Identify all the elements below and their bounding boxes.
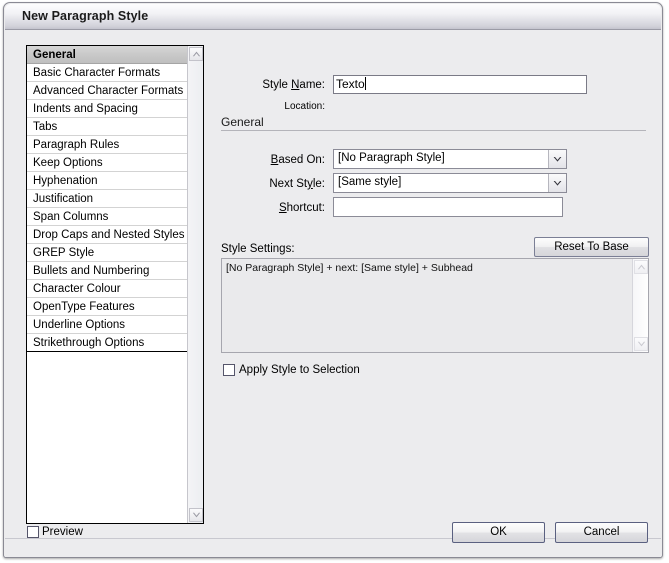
sidebar-item-strikethrough-options[interactable]: Strikethrough Options xyxy=(27,334,187,352)
sidebar-item-keep-options[interactable]: Keep Options xyxy=(27,154,187,172)
category-list[interactable]: General Basic Character Formats Advanced C… xyxy=(27,46,187,352)
style-name-label: Style Name: xyxy=(262,79,325,91)
sidebar-item-bullets-and-numbering[interactable]: Bullets and Numbering xyxy=(27,262,187,280)
chevron-down-icon[interactable] xyxy=(548,150,566,168)
based-on-value: [No Paragraph Style] xyxy=(338,152,445,164)
sidebar-item-tabs[interactable]: Tabs xyxy=(27,118,187,136)
based-on-label: Based On: xyxy=(270,154,325,166)
preview-label: Preview xyxy=(42,526,83,538)
ok-button[interactable]: OK xyxy=(452,522,545,543)
preview-checkbox[interactable] xyxy=(27,526,39,538)
next-style-value: [Same style] xyxy=(338,176,402,188)
sidebar-item-justification[interactable]: Justification xyxy=(27,190,187,208)
next-style-label: Next Style: xyxy=(269,178,325,190)
general-section-heading: General xyxy=(221,115,264,129)
chevron-down-icon[interactable] xyxy=(548,174,566,192)
cancel-button[interactable]: Cancel xyxy=(555,522,648,543)
scroll-down-icon[interactable] xyxy=(634,337,648,351)
next-style-select[interactable]: [Same style] xyxy=(333,173,567,193)
dialog-titlebar[interactable]: New Paragraph Style xyxy=(5,4,661,30)
sidebar-item-hyphenation[interactable]: Hyphenation xyxy=(27,172,187,190)
sidebar-item-advanced-character-formats[interactable]: Advanced Character Formats xyxy=(27,82,187,100)
sidebar-item-indents-and-spacing[interactable]: Indents and Spacing xyxy=(27,100,187,118)
sidebar-item-underline-options[interactable]: Underline Options xyxy=(27,316,187,334)
style-settings-box: [No Paragraph Style] + next: [Same style… xyxy=(221,258,649,353)
dialog-body: General Basic Character Formats Advanced C… xyxy=(5,30,661,557)
category-list-panel: General Basic Character Formats Advanced C… xyxy=(26,45,204,524)
scroll-up-icon[interactable] xyxy=(634,260,648,274)
scroll-up-icon[interactable] xyxy=(189,47,203,61)
sidebar-item-opentype-features[interactable]: OpenType Features xyxy=(27,298,187,316)
sidebar-item-span-columns[interactable]: Span Columns xyxy=(27,208,187,226)
sidebar-item-general[interactable]: General xyxy=(27,46,187,64)
sidebar-item-basic-character-formats[interactable]: Basic Character Formats xyxy=(27,64,187,82)
apply-style-to-selection-row[interactable]: Apply Style to Selection xyxy=(223,364,360,376)
style-settings-scrollbar[interactable] xyxy=(632,259,648,352)
shortcut-label: Shortcut: xyxy=(278,202,325,214)
style-name-input[interactable]: Texto xyxy=(333,75,587,94)
apply-style-checkbox[interactable] xyxy=(223,364,235,376)
sidebar-item-character-colour[interactable]: Character Colour xyxy=(27,280,187,298)
section-divider xyxy=(221,130,646,131)
sidebar-item-drop-caps-and-nested-styles[interactable]: Drop Caps and Nested Styles xyxy=(27,226,187,244)
style-settings-label: Style Settings: xyxy=(221,243,295,255)
apply-style-label: Apply Style to Selection xyxy=(239,364,360,376)
based-on-select[interactable]: [No Paragraph Style] xyxy=(333,149,567,169)
sidebar-item-paragraph-rules[interactable]: Paragraph Rules xyxy=(27,136,187,154)
style-name-value: Texto xyxy=(336,77,365,91)
scroll-down-icon[interactable] xyxy=(189,508,203,522)
location-label: Location: xyxy=(284,101,325,112)
dialog-title: New Paragraph Style xyxy=(22,9,149,23)
category-scrollbar[interactable] xyxy=(187,46,203,523)
style-settings-text: [No Paragraph Style] + next: [Same style… xyxy=(226,262,473,274)
new-paragraph-style-dialog: New Paragraph Style General Basic Charact… xyxy=(3,2,663,558)
preview-row[interactable]: Preview xyxy=(27,526,83,538)
shortcut-input[interactable] xyxy=(333,197,563,217)
reset-to-base-button[interactable]: Reset To Base xyxy=(534,237,649,257)
sidebar-item-grep-style[interactable]: GREP Style xyxy=(27,244,187,262)
